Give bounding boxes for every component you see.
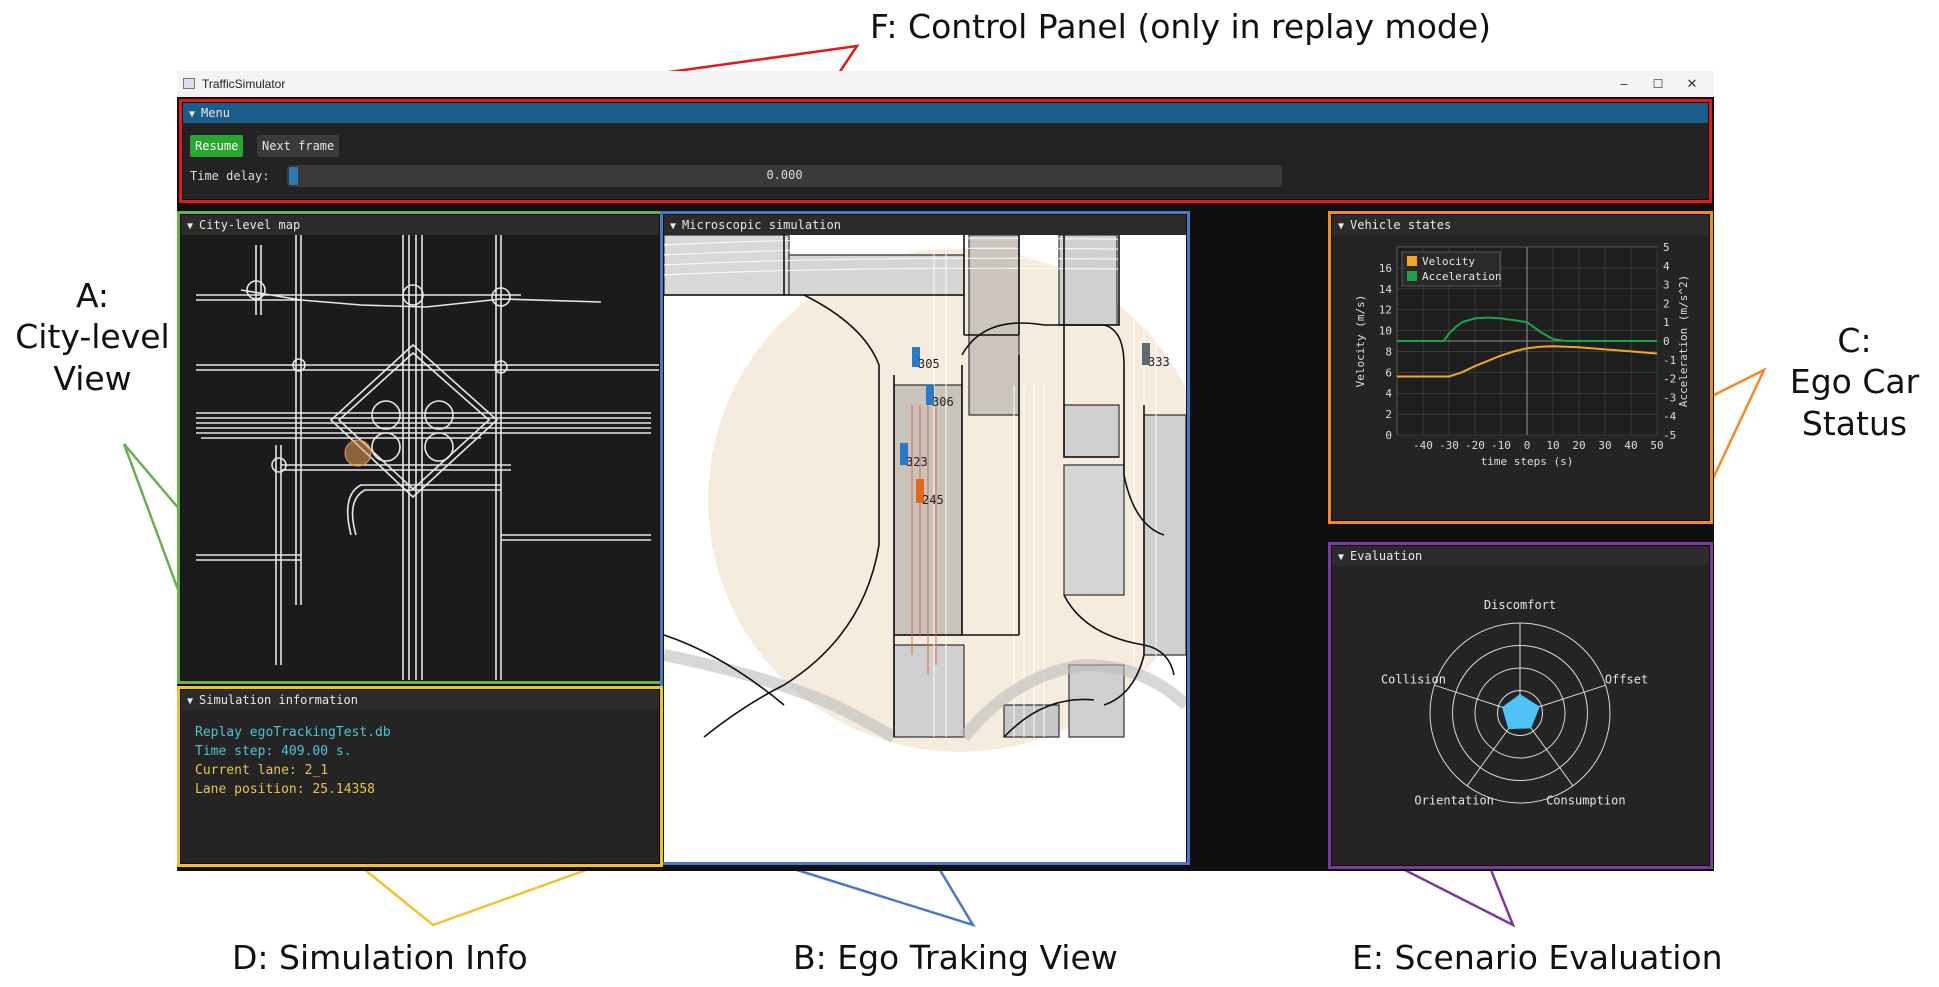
radar-axis-label: Offset xyxy=(1605,673,1648,687)
vehicle-id-label: 333 xyxy=(1148,355,1170,369)
connector-d xyxy=(358,863,601,927)
vehicle-states-chart[interactable]: -40 -30 -20 -10 0 10 20 30 40 500246810121416-5-4… xyxy=(1332,235,1709,520)
collapse-triangle-icon[interactable]: ▼ xyxy=(189,105,195,125)
y-tick-label: 14 xyxy=(1379,283,1393,296)
legend-label: Acceleration xyxy=(1422,270,1501,283)
radar-axis-label: Consumption xyxy=(1546,793,1625,807)
y2-tick-label: 4 xyxy=(1663,260,1670,273)
sim-info-panel: ▼ Simulation information Replay egoTracki… xyxy=(181,690,659,863)
y2-tick-label: 0 xyxy=(1663,335,1670,348)
x-tick-label: 40 xyxy=(1624,439,1637,452)
x-axis-label: time steps (s) xyxy=(1481,455,1574,468)
y2-axis-label: Acceleration (m/s^2) xyxy=(1677,275,1690,407)
vehicle-id-label: 323 xyxy=(906,455,928,469)
evaluation-radar-chart: Discomfort Offset Consumption Orientation Co… xyxy=(1381,598,1648,807)
x-tick-label: 20 xyxy=(1572,439,1585,452)
city-map-canvas[interactable] xyxy=(181,235,659,680)
y2-tick-label: 1 xyxy=(1663,316,1670,329)
city-map-header[interactable]: ▼ City-level map xyxy=(181,215,659,235)
time-step-text: Time step: 409.00 s. xyxy=(195,744,352,759)
micro-sim-title: Microscopic simulation xyxy=(682,218,841,232)
radar-axis-label: Collision xyxy=(1381,673,1446,687)
window-titlebar: TrafficSimulator – ☐ ✕ xyxy=(177,71,1714,97)
vehicle-id-label: 245 xyxy=(922,493,944,507)
y2-tick-label: 5 xyxy=(1663,241,1670,254)
control-panel: ▼ Menu Resume Next frame Time delay: 0.00… xyxy=(183,103,1708,199)
y-tick-label: 8 xyxy=(1385,345,1392,358)
connector-b xyxy=(780,863,976,928)
sim-info-title: Simulation information xyxy=(199,693,358,707)
x-tick-label: 50 xyxy=(1650,439,1663,452)
y2-tick-label: -4 xyxy=(1663,410,1677,423)
x-tick-label: 0 xyxy=(1524,439,1531,452)
micro-sim-panel-main: ▼ Microscopic simulation 305 306 323 245… xyxy=(664,215,1186,865)
maximize-button[interactable]: ☐ xyxy=(1643,74,1673,94)
collapse-triangle-icon[interactable]: ▼ xyxy=(187,692,193,712)
y2-tick-label: -5 xyxy=(1663,429,1676,442)
menu-title: Menu xyxy=(201,106,230,120)
connector-c xyxy=(1708,367,1767,486)
ego-position-marker xyxy=(344,439,372,467)
collapse-triangle-icon[interactable]: ▼ xyxy=(1338,217,1344,237)
y-tick-label: 2 xyxy=(1385,408,1392,421)
y-tick-label: 4 xyxy=(1385,387,1392,400)
x-tick-label: 30 xyxy=(1598,439,1611,452)
y-tick-label: 16 xyxy=(1379,262,1392,275)
vehicle-states-panel-main: ▼ Vehicle states -40 -30 -20 -10 0 10 20 30 40 50 0… xyxy=(1332,215,1709,520)
vehicle-states-header[interactable]: ▼ Vehicle states xyxy=(1332,215,1709,235)
city-map-title: City-level map xyxy=(199,218,301,232)
x-tick-label: -30 xyxy=(1439,439,1459,452)
replay-file-text: Replay egoTrackingTest.db xyxy=(195,725,391,740)
x-tick-label: 10 xyxy=(1546,439,1559,452)
legend-swatch xyxy=(1407,271,1417,281)
next-frame-button[interactable]: Next frame xyxy=(257,135,340,157)
y-tick-label: 10 xyxy=(1379,325,1392,338)
collapse-triangle-icon[interactable]: ▼ xyxy=(670,217,676,237)
y2-tick-label: -2 xyxy=(1663,373,1676,386)
time-delay-value: 0.000 xyxy=(766,168,803,182)
vehicle-states-title: Vehicle states xyxy=(1350,218,1452,232)
micro-sim-header[interactable]: ▼ Microscopic simulation xyxy=(664,215,1186,235)
y2-tick-label: -1 xyxy=(1663,354,1676,367)
lane-position-text: Lane position: 25.14358 xyxy=(195,782,376,797)
legend-label: Velocity xyxy=(1422,255,1475,268)
y-axis-label: Velocity (m/s) xyxy=(1354,295,1367,388)
app-window: TrafficSimulator – ☐ ✕ ▼ Menu Resume Next… xyxy=(177,71,1714,871)
radar-axis-label: Orientation xyxy=(1414,793,1493,807)
time-delay-label: Time delay: xyxy=(190,169,270,183)
x-tick-label: -10 xyxy=(1491,439,1511,452)
x-tick-label: -40 xyxy=(1413,439,1433,452)
y2-tick-label: 3 xyxy=(1663,279,1670,292)
y2-tick-label: 2 xyxy=(1663,297,1670,310)
current-lane-text: Current lane: 2_1 xyxy=(195,763,329,778)
menu-header[interactable]: ▼ Menu xyxy=(183,103,1708,123)
connector-e xyxy=(1394,863,1516,928)
figure: F: Control Panel (only in replay mode) A… xyxy=(0,0,1939,987)
minimize-button[interactable]: – xyxy=(1609,74,1639,94)
evaluation-title: Evaluation xyxy=(1350,549,1423,563)
y-tick-label: 6 xyxy=(1385,366,1392,379)
sim-info-header[interactable]: ▼ Simulation information xyxy=(181,690,659,710)
city-map-panel: ▼ City-level map xyxy=(181,215,659,680)
app-icon xyxy=(183,78,195,89)
x-tick-label: -20 xyxy=(1465,439,1485,452)
time-delay-slider[interactable]: 0.000 xyxy=(287,165,1282,187)
y2-tick-label: -3 xyxy=(1663,391,1676,404)
legend-swatch xyxy=(1407,256,1417,266)
resume-button[interactable]: Resume xyxy=(190,135,244,157)
radar-axis-label: Discomfort xyxy=(1484,598,1556,612)
connector-a xyxy=(122,443,182,596)
collapse-triangle-icon[interactable]: ▼ xyxy=(187,217,193,237)
close-button[interactable]: ✕ xyxy=(1677,74,1707,94)
evaluation-panel-main: ▼ Evaluation Discomfort Offset Consumption O… xyxy=(1332,546,1709,865)
vehicle-layer: 305 306 323 245 333 xyxy=(664,235,1186,737)
radar-polygon xyxy=(1502,694,1540,730)
window-title: TrafficSimulator xyxy=(202,77,286,91)
y-tick-label: 12 xyxy=(1379,304,1392,317)
vehicle-id-label: 305 xyxy=(918,357,940,371)
evaluation-header[interactable]: ▼ Evaluation xyxy=(1332,546,1709,566)
vehicle-id-label: 306 xyxy=(932,395,954,409)
collapse-triangle-icon[interactable]: ▼ xyxy=(1338,548,1344,568)
y-tick-label: 0 xyxy=(1385,429,1392,442)
